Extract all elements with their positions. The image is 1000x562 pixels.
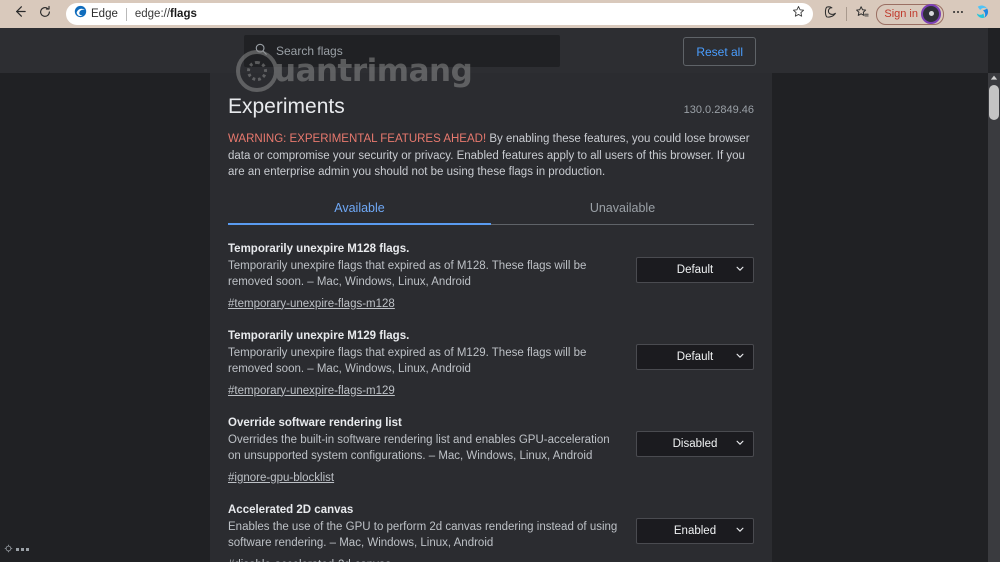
flag-row: Temporarily unexpire M128 flags. Tempora… — [228, 225, 754, 312]
flag-permalink[interactable]: #ignore-gpu-blocklist — [228, 472, 334, 484]
flags-header-band: Search flags Reset all — [0, 28, 988, 73]
status-dots-icon — [16, 547, 29, 551]
reset-all-button[interactable]: Reset all — [683, 37, 756, 66]
chevron-down-icon — [735, 524, 745, 537]
flag-select-wrapper: Default — [636, 243, 754, 283]
scrollbar-thumb[interactable] — [989, 85, 999, 120]
flag-state-value: Default — [676, 350, 714, 363]
tab-available[interactable]: Available — [228, 201, 491, 225]
flag-title: Override software rendering list — [228, 416, 402, 429]
flag-state-value: Disabled — [672, 437, 718, 450]
flag-select-wrapper: Disabled — [636, 417, 754, 457]
flag-description: Overrides the built-in software renderin… — [228, 433, 610, 462]
favorite-star-icon[interactable] — [792, 5, 805, 23]
site-identity: Edge — [74, 5, 118, 23]
page-title: Experiments — [228, 95, 345, 118]
copilot-icon — [974, 3, 991, 25]
back-arrow-icon — [12, 4, 27, 24]
flag-state-select[interactable]: Default — [636, 256, 754, 283]
back-button[interactable] — [6, 2, 32, 26]
flag-permalink[interactable]: #temporary-unexpire-flags-m128 — [228, 298, 395, 310]
browser-version: 130.0.2849.46 — [683, 104, 754, 116]
flag-info: Temporarily unexpire M129 flags. Tempora… — [228, 330, 636, 399]
favorites-list-icon — [855, 5, 869, 24]
flag-title: Temporarily unexpire M129 flags. — [228, 329, 410, 342]
search-flags-placeholder: Search flags — [276, 44, 343, 58]
flag-permalink[interactable]: #disable-accelerated-2d-canvas — [228, 559, 391, 562]
profile-avatar-icon — [921, 4, 941, 24]
flag-state-value: Enabled — [673, 524, 717, 537]
experimental-warning: WARNING: EXPERIMENTAL FEATURES AHEAD! By… — [228, 131, 754, 181]
chevron-down-icon — [735, 263, 745, 276]
flag-info: Accelerated 2D canvas Enables the use of… — [228, 504, 636, 562]
edge-label: Edge — [91, 8, 118, 20]
address-bar[interactable]: Edge edge://flags — [66, 3, 814, 25]
flags-content-column: Experiments 130.0.2849.46 WARNING: EXPER… — [210, 73, 772, 562]
toolbar-divider — [846, 7, 848, 21]
tab-unavailable[interactable]: Unavailable — [491, 201, 754, 225]
search-flags-input[interactable]: Search flags — [244, 35, 560, 67]
flag-description: Temporarily unexpire flags that expired … — [228, 259, 587, 288]
flags-tabs: Available Unavailable — [228, 201, 754, 225]
flag-row: Override software rendering list Overrid… — [228, 399, 754, 486]
browser-toolbar: Edge edge://flags Sign in — [0, 0, 1000, 28]
flag-description: Temporarily unexpire flags that expired … — [228, 346, 587, 375]
chevron-down-icon — [735, 437, 745, 450]
flag-permalink[interactable]: #temporary-unexpire-flags-m129 — [228, 385, 395, 397]
split-screen-button[interactable] — [819, 2, 843, 26]
scroll-up-arrow-icon[interactable] — [988, 73, 1000, 83]
url-prefix: edge:// — [134, 8, 171, 20]
sign-in-label: Sign in — [884, 8, 918, 20]
split-screen-icon — [824, 5, 838, 24]
chevron-down-icon — [735, 350, 745, 363]
flag-state-select[interactable]: Disabled — [636, 430, 754, 457]
flag-title: Accelerated 2D canvas — [228, 503, 354, 516]
status-chip[interactable] — [4, 540, 29, 558]
flag-row: Accelerated 2D canvas Enables the use of… — [228, 486, 754, 562]
flags-page: Search flags Reset all Experiments 130.0… — [0, 28, 1000, 562]
page-scrollbar[interactable] — [988, 73, 1000, 562]
edge-logo-icon — [74, 5, 87, 23]
reload-button[interactable] — [32, 2, 58, 26]
search-icon — [254, 42, 268, 61]
copilot-button[interactable] — [970, 2, 994, 26]
sign-in-button[interactable]: Sign in — [876, 3, 944, 25]
favorites-button[interactable] — [850, 2, 874, 26]
more-options-icon — [951, 5, 965, 24]
extension-status-icon — [4, 540, 13, 558]
flag-description: Enables the use of the GPU to perform 2d… — [228, 520, 618, 549]
warning-strong: WARNING: EXPERIMENTAL FEATURES AHEAD! — [228, 133, 487, 145]
flag-info: Override software rendering list Overrid… — [228, 417, 636, 486]
flag-state-value: Default — [676, 263, 714, 276]
flags-title-row: Experiments 130.0.2849.46 — [228, 73, 754, 119]
flag-row: Temporarily unexpire M129 flags. Tempora… — [228, 312, 754, 399]
more-options-button[interactable] — [946, 2, 970, 26]
reload-icon — [38, 5, 52, 24]
url-suffix: flags — [170, 8, 197, 20]
flag-state-select[interactable]: Enabled — [636, 517, 754, 544]
omnibox-divider — [125, 7, 127, 21]
flags-header-inner: Search flags Reset all — [228, 35, 773, 67]
url-text: edge://flags — [135, 8, 787, 20]
flag-title: Temporarily unexpire M128 flags. — [228, 242, 410, 255]
flag-info: Temporarily unexpire M128 flags. Tempora… — [228, 243, 636, 312]
flag-select-wrapper: Enabled — [636, 504, 754, 544]
flag-state-select[interactable]: Default — [636, 343, 754, 370]
flag-select-wrapper: Default — [636, 330, 754, 370]
